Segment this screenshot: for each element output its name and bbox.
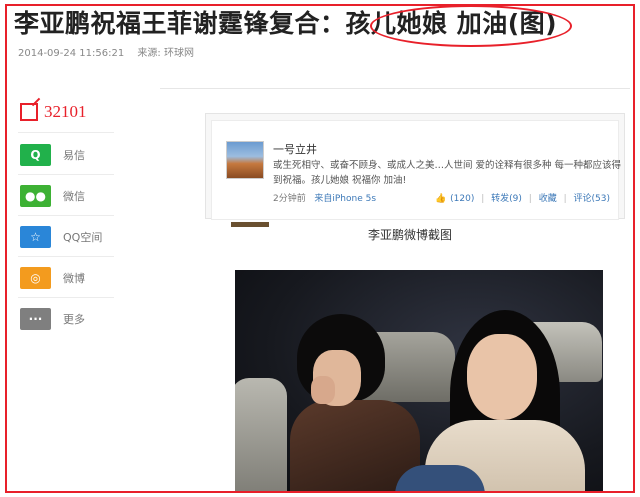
share-label: 易信 xyxy=(63,149,85,162)
share-label: QQ空间 xyxy=(63,231,103,244)
qzone-icon: ☆ xyxy=(20,226,51,248)
weibo-time[interactable]: 2分钟前 xyxy=(273,194,306,204)
share-more-button[interactable]: ··· 更多 xyxy=(20,308,85,330)
edit-icon xyxy=(20,103,38,121)
share-label: 微博 xyxy=(63,272,85,285)
weibo-icon: ◎ xyxy=(20,267,51,289)
divider xyxy=(18,297,114,298)
article-source: 来源: 环球网 xyxy=(137,48,194,59)
title-highlight-circle xyxy=(370,5,572,47)
divider xyxy=(18,256,114,257)
weibo-source[interactable]: 来自iPhone 5s xyxy=(314,194,376,204)
avatar[interactable] xyxy=(226,141,264,179)
share-count[interactable]: 32101 xyxy=(20,102,87,122)
weibo-post: 一号立井 或生死相守、或奋不顾身、或成人之美…人世间 爱的诠释有很多种 每一种都… xyxy=(211,120,621,227)
car-seat xyxy=(235,378,287,491)
avatar xyxy=(231,222,269,227)
weibo-username[interactable]: 一号立井 xyxy=(273,141,317,157)
comment-button[interactable]: 评论(53) xyxy=(574,194,610,204)
more-icon: ··· xyxy=(20,308,51,330)
article-date: 2014-09-24 11:56:21 xyxy=(18,48,125,59)
divider xyxy=(18,174,114,175)
wechat-icon: ●● xyxy=(20,185,51,207)
content-divider xyxy=(160,88,630,89)
thumbs-up-icon: 👍 xyxy=(434,194,447,204)
divider xyxy=(18,215,114,216)
share-weibo-button[interactable]: ◎ 微博 xyxy=(20,267,85,289)
share-label: 微信 xyxy=(63,190,85,203)
repost-button[interactable]: 转发(9) xyxy=(491,194,522,204)
weibo-actions: 👍 (120) | 转发(9) | 收藏 | 评论(53) xyxy=(427,191,610,204)
divider xyxy=(18,132,114,133)
yixin-icon: Q xyxy=(20,144,51,166)
share-wechat-button[interactable]: ●● 微信 xyxy=(20,185,85,207)
like-button[interactable]: 👍 (120) xyxy=(431,194,474,204)
weibo-text: 或生死相守、或奋不顾身、或成人之美…人世间 爱的诠释有很多种 每一种都应该得到祝… xyxy=(273,160,622,186)
weibo-screenshot: 一号立井 或生死相守、或奋不顾身、或成人之美…人世间 爱的诠释有很多种 每一种都… xyxy=(205,113,625,227)
person-face xyxy=(467,334,537,420)
share-qzone-button[interactable]: ☆ QQ空间 xyxy=(20,226,102,248)
favorite-button[interactable]: 收藏 xyxy=(539,194,557,204)
person-hand xyxy=(311,376,335,404)
image-caption: 李亚鹏微博截图 xyxy=(368,228,453,242)
share-label: 更多 xyxy=(63,313,85,326)
article-meta: 2014-09-24 11:56:21 来源: 环球网 xyxy=(18,44,204,59)
weibo-meta: 2分钟前 来自iPhone 5s xyxy=(273,191,376,204)
share-count-number: 32101 xyxy=(44,102,87,121)
article-photo xyxy=(235,270,603,491)
share-yixin-button[interactable]: Q 易信 xyxy=(20,144,85,166)
